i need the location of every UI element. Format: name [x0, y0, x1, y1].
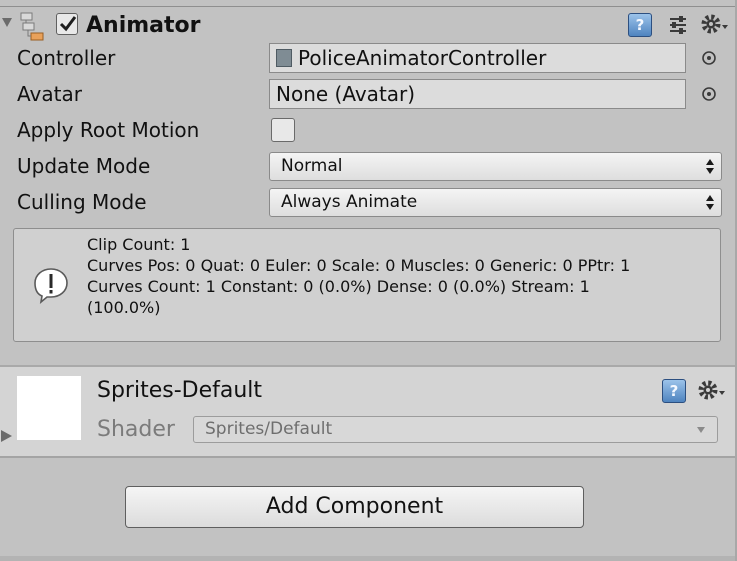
culling-mode-dropdown[interactable]: Always Animate [269, 188, 722, 217]
info-line: (100.0%) [87, 298, 161, 317]
info-icon [34, 268, 68, 304]
preset-sliders-icon[interactable] [667, 14, 689, 36]
help-book-icon[interactable]: ? [628, 13, 652, 37]
material-foldout-icon[interactable] [1, 430, 12, 442]
foldout-toggle-icon[interactable] [2, 18, 12, 27]
update-mode-dropdown[interactable]: Normal [269, 152, 722, 181]
dropdown-arrows-icon [706, 159, 714, 174]
animator-component-icon [20, 12, 44, 41]
culling-mode-value: Always Animate [281, 192, 418, 212]
controller-label: Controller [17, 46, 116, 70]
material-name: Sprites-Default [97, 378, 263, 403]
component-enabled-checkbox[interactable] [56, 13, 78, 35]
divider [0, 6, 737, 7]
animator-controller-asset-icon [276, 49, 292, 67]
info-text: Clip Count: 1 Curves Pos: 0 Quat: 0 Eule… [87, 234, 717, 318]
shader-label: Shader [97, 417, 175, 442]
chevron-down-icon [697, 427, 705, 433]
shader-value: Sprites/Default [205, 419, 333, 439]
animator-info-box: Clip Count: 1 Curves Pos: 0 Quat: 0 Eule… [13, 228, 721, 342]
shader-dropdown[interactable]: Sprites/Default [193, 416, 718, 443]
controller-field[interactable]: PoliceAnimatorController [269, 43, 686, 73]
component-title: Animator [86, 13, 201, 38]
gear-icon[interactable] [697, 378, 727, 402]
update-mode-label: Update Mode [17, 154, 151, 178]
update-mode-value: Normal [281, 156, 343, 176]
info-line: Clip Count: 1 [87, 235, 191, 254]
divider [0, 456, 737, 458]
avatar-label: Avatar [17, 82, 82, 106]
controller-value: PoliceAnimatorController [298, 46, 547, 70]
info-line: Curves Pos: 0 Quat: 0 Euler: 0 Scale: 0 … [87, 256, 631, 275]
divider [0, 556, 737, 561]
avatar-value: None (Avatar) [276, 82, 416, 106]
apply-root-motion-checkbox[interactable] [271, 118, 295, 142]
gear-icon[interactable] [700, 12, 730, 36]
add-component-button[interactable]: Add Component [125, 486, 584, 528]
apply-root-motion-label: Apply Root Motion [17, 118, 200, 142]
culling-mode-label: Culling Mode [17, 190, 147, 214]
avatar-field[interactable]: None (Avatar) [269, 79, 686, 109]
checkmark-icon [59, 16, 77, 32]
dropdown-arrows-icon [706, 195, 714, 210]
help-book-icon[interactable]: ? [662, 379, 686, 403]
info-line: Curves Count: 1 Constant: 0 (0.0%) Dense… [87, 277, 590, 296]
material-preview-thumbnail [17, 376, 81, 440]
object-picker-icon[interactable] [701, 86, 717, 102]
object-picker-icon[interactable] [701, 50, 717, 66]
